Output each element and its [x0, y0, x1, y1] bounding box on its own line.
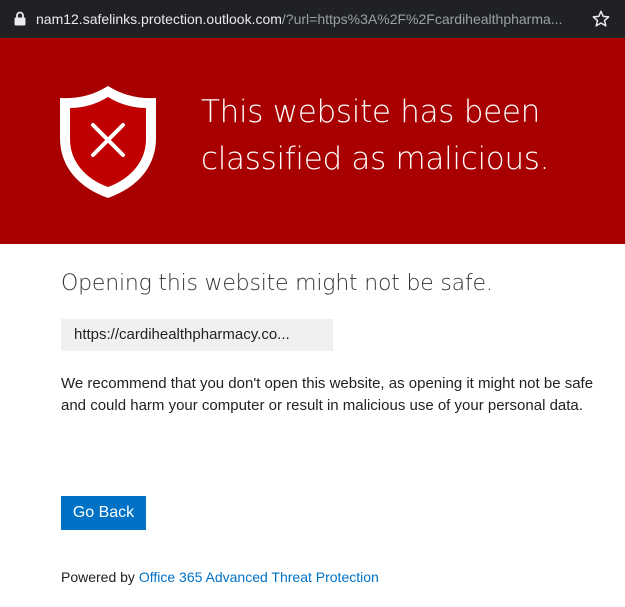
warning-banner: This website has been classified as mali… — [0, 38, 625, 244]
powered-by: Powered by Office 365 Advanced Threat Pr… — [61, 566, 379, 588]
url-path: /?url=https%3A%2F%2Fcardihealthpharma... — [281, 11, 563, 27]
powered-by-label: Powered by — [61, 569, 139, 585]
headline-line-2: classified as malicious. — [201, 141, 550, 177]
page-subheading: Opening this website might not be safe. — [61, 271, 493, 296]
url-host: nam12.safelinks.protection.outlook.com — [36, 11, 282, 27]
shield-x-icon — [60, 86, 156, 198]
warning-headline: This website has been classified as mali… — [201, 89, 601, 183]
atp-link[interactable]: Office 365 Advanced Threat Protection — [139, 569, 379, 585]
warning-message: We recommend that you don't open this we… — [61, 375, 594, 414]
star-icon[interactable] — [591, 9, 611, 29]
blocked-url: https://cardihealthpharmacy.co... — [61, 319, 333, 351]
headline-line-1: This website has been — [201, 94, 540, 130]
address-url[interactable]: nam12.safelinks.protection.outlook.com/?… — [36, 9, 584, 29]
browser-address-bar: nam12.safelinks.protection.outlook.com/?… — [0, 0, 625, 38]
go-back-button[interactable]: Go Back — [61, 496, 146, 530]
lock-icon[interactable] — [14, 11, 26, 26]
